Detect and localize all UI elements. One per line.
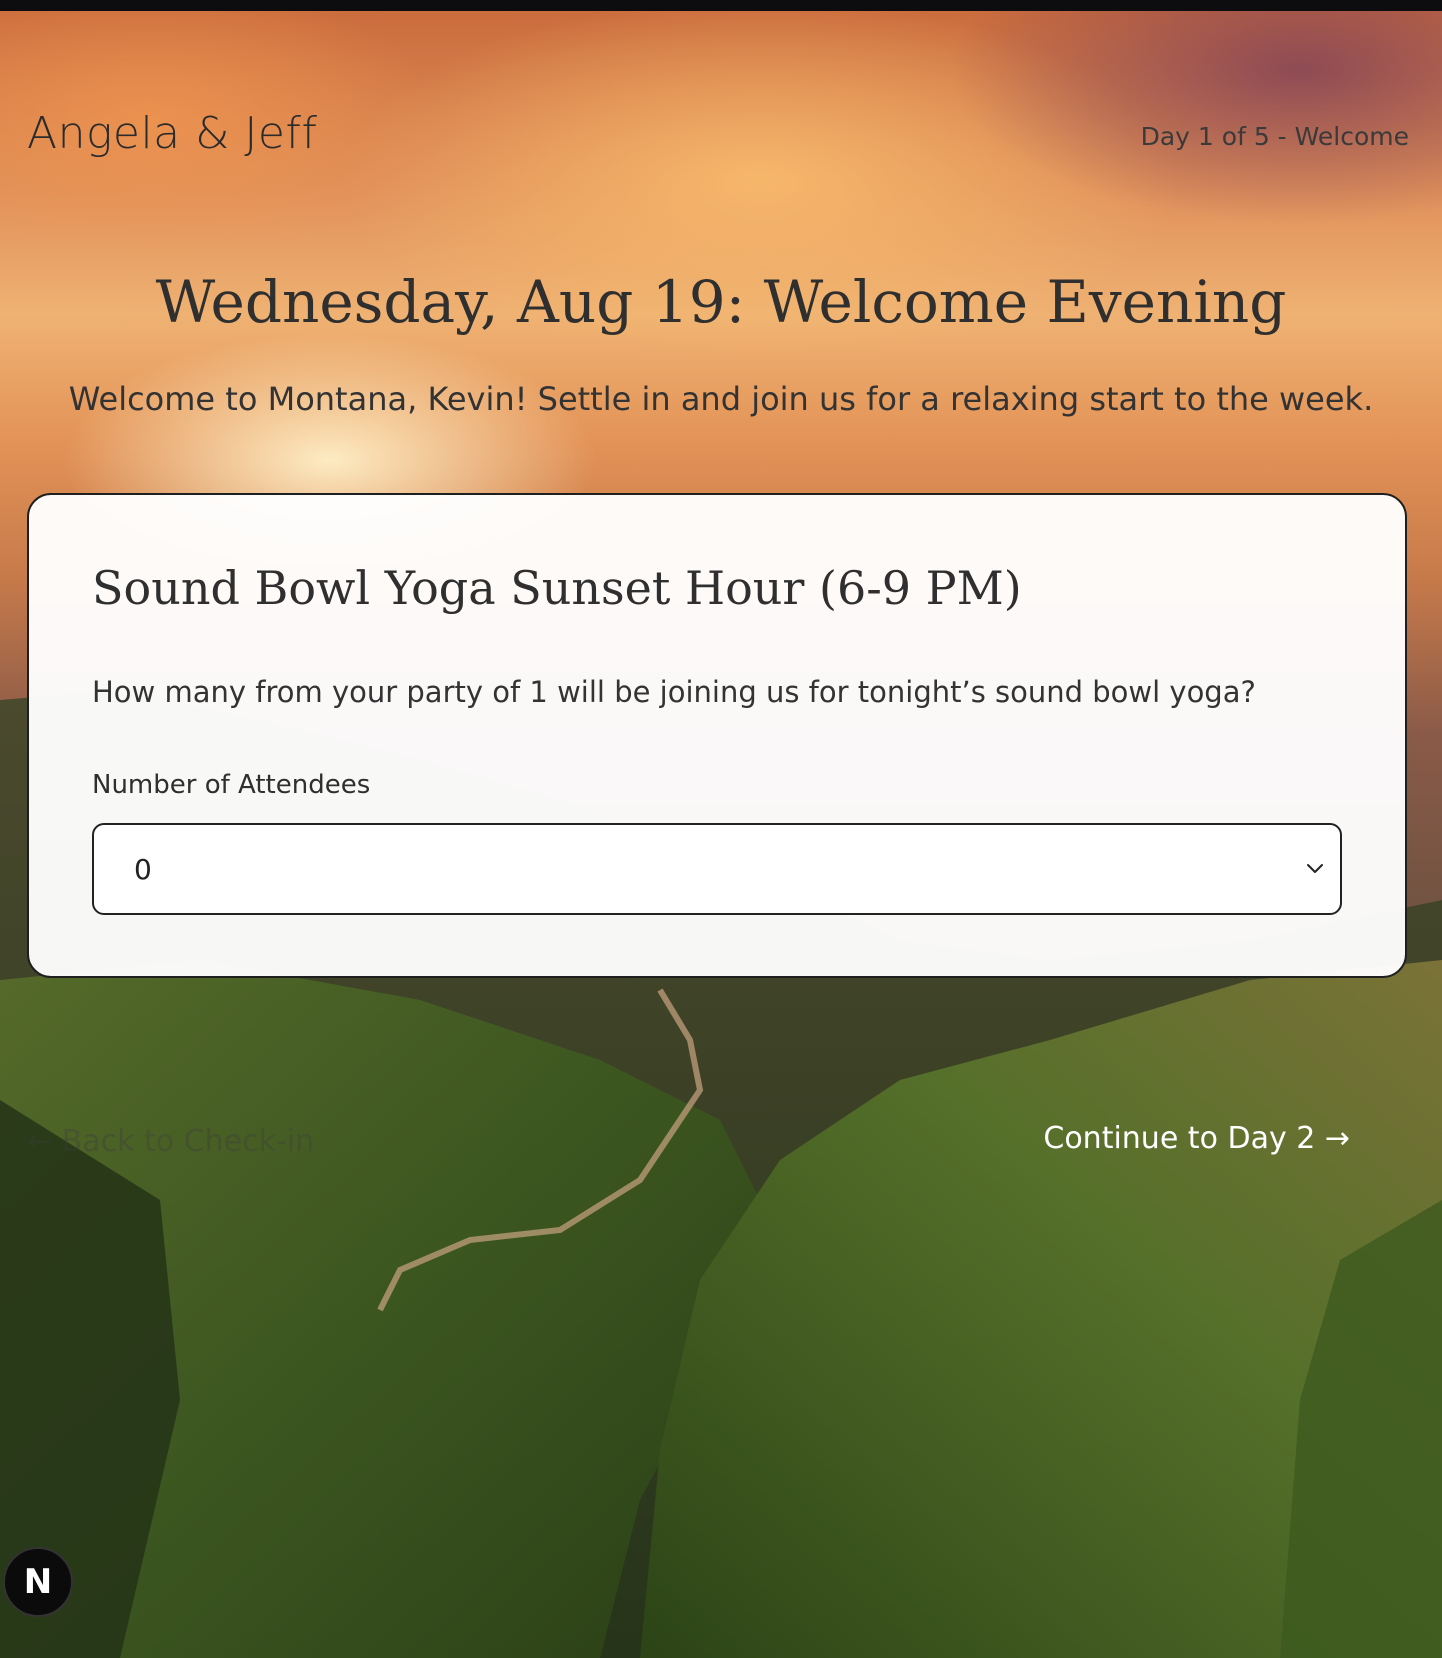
- back-to-checkin-link[interactable]: ← Back to Check-in: [27, 1124, 314, 1159]
- site-brand[interactable]: Angela & Jeff: [27, 108, 317, 159]
- day-progress-indicator: Day 1 of 5 - Welcome: [1140, 122, 1409, 151]
- event-title: Sound Bowl Yoga Sunset Hour (6-9 PM): [92, 561, 1022, 615]
- welcome-subtitle: Welcome to Montana, Kevin! Settle in and…: [68, 380, 1374, 418]
- page-title: Wednesday, Aug 19: Welcome Evening: [155, 268, 1287, 336]
- attendance-question: How many from your party of 1 will be jo…: [92, 675, 1256, 709]
- dev-badge-letter: N: [23, 1562, 53, 1602]
- page: Angela & Jeff Day 1 of 5 - Welcome Wedne…: [0, 0, 1442, 1658]
- attendees-field-label: Number of Attendees: [92, 770, 371, 800]
- top-bar: [0, 0, 1442, 11]
- event-rsvp-card: Sound Bowl Yoga Sunset Hour (6-9 PM) How…: [27, 493, 1407, 978]
- continue-to-day-2-link[interactable]: Continue to Day 2 →: [1043, 1121, 1350, 1156]
- next-logo-icon[interactable]: N: [3, 1547, 73, 1617]
- attendees-select-value: 0: [134, 853, 152, 886]
- chevron-down-icon: [1307, 864, 1323, 873]
- attendees-select[interactable]: 0: [92, 823, 1342, 915]
